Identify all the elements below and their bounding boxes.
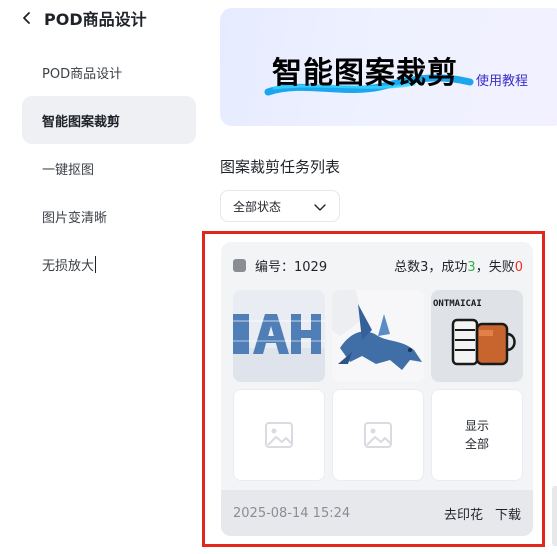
chevron-left-icon[interactable] <box>22 11 34 25</box>
text-cursor <box>95 255 97 273</box>
sidebar-item-cutout[interactable]: 一键抠图 <box>22 144 196 192</box>
section-title: 图案裁剪任务列表 <box>220 158 341 176</box>
banner-title-group: 智能图案裁剪 <box>264 48 474 96</box>
status-filter-select[interactable]: 全部状态 <box>220 190 340 222</box>
sidebar-item-label: POD商品设计 <box>42 66 123 82</box>
chevron-down-icon <box>314 204 326 211</box>
sidebar-item-pattern-crop[interactable]: 智能图案裁剪 <box>22 96 196 144</box>
highlight-frame <box>202 231 545 547</box>
sidebar-item-upscale[interactable]: 无损放大 <box>22 240 196 288</box>
sidebar-item-label: 无损放大 <box>42 258 95 274</box>
tutorial-link[interactable]: 使用教程 <box>476 70 528 89</box>
banner-title: 智能图案裁剪 <box>272 56 458 91</box>
sidebar-item-pod-design[interactable]: POD商品设计 <box>22 48 196 96</box>
sidebar-item-sharpen[interactable]: 图片变清晰 <box>22 192 196 240</box>
adjacent-card-edge <box>552 486 557 546</box>
sidebar-item-label: 一键抠图 <box>42 162 95 178</box>
sidebar-item-label: 智能图案裁剪 <box>42 114 121 130</box>
sidebar: POD商品设计 POD商品设计 智能图案裁剪 一键抠图 图片变清晰 无损放大 <box>0 0 206 554</box>
sidebar-title: POD商品设计 <box>44 10 147 29</box>
sidebar-header[interactable]: POD商品设计 <box>22 6 147 30</box>
status-filter-value: 全部状态 <box>233 199 282 214</box>
feature-banner: 智能图案裁剪 使用教程 <box>220 8 557 126</box>
sidebar-item-label: 图片变清晰 <box>42 210 108 226</box>
